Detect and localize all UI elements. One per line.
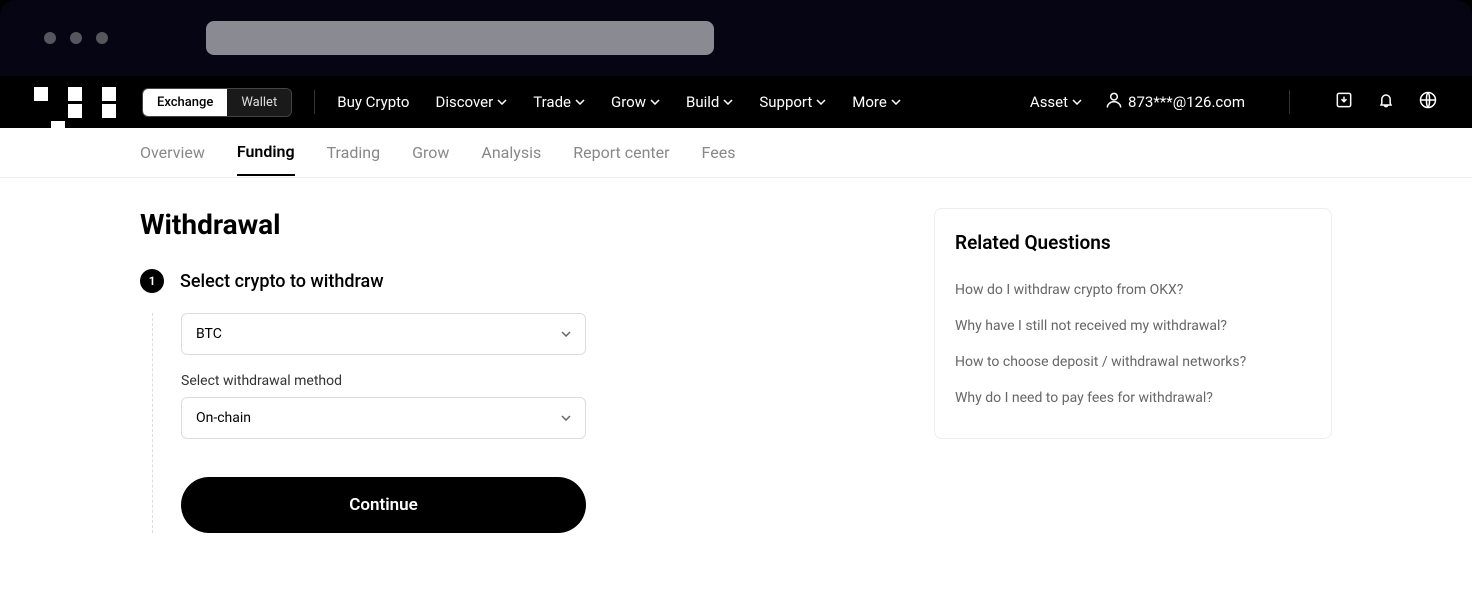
nav-support-label: Support (759, 93, 812, 111)
window-titlebar (0, 0, 1472, 76)
method-selected-value: On-chain (196, 410, 251, 426)
chevron-down-icon (816, 97, 826, 107)
related-q1[interactable]: How do I withdraw crypto from OKX? (955, 272, 1311, 308)
nav-more-label: More (852, 93, 887, 111)
globe-icon[interactable] (1418, 90, 1438, 114)
crypto-select[interactable]: BTC (181, 313, 586, 355)
mode-wallet[interactable]: Wallet (227, 89, 291, 116)
method-label: Select withdrawal method (181, 373, 562, 389)
nav-more[interactable]: More (852, 93, 901, 111)
related-q3[interactable]: How to choose deposit / withdrawal netwo… (955, 344, 1311, 380)
page-title: Withdrawal (140, 208, 874, 241)
subnav-overview[interactable]: Overview (140, 130, 205, 175)
step-number: 1 (140, 269, 164, 293)
chevron-down-icon (891, 97, 901, 107)
chevron-down-icon (561, 413, 571, 423)
continue-button[interactable]: Continue (181, 477, 586, 533)
nav-discover-label: Discover (435, 93, 493, 111)
nav-links: Buy Crypto Discover Trade Grow Build Sup… (337, 93, 901, 111)
top-nav: Exchange Wallet Buy Crypto Discover Trad… (0, 76, 1472, 128)
related-q2[interactable]: Why have I still not received my withdra… (955, 308, 1311, 344)
nav-user[interactable]: 873***@126.com (1104, 90, 1245, 114)
subnav-grow[interactable]: Grow (412, 130, 449, 175)
step-1-body: BTC Select withdrawal method On-chain Co… (152, 313, 562, 533)
nav-build-label: Build (686, 93, 719, 111)
related-q4[interactable]: Why do I need to pay fees for withdrawal… (955, 380, 1311, 416)
nav-build[interactable]: Build (686, 93, 733, 111)
mode-toggle: Exchange Wallet (142, 88, 292, 117)
url-bar[interactable] (206, 21, 714, 55)
nav-trade-label: Trade (533, 93, 571, 111)
nav-grow[interactable]: Grow (611, 93, 660, 111)
related-questions-panel: Related Questions How do I withdraw cryp… (934, 208, 1332, 439)
user-icon (1104, 90, 1124, 114)
chevron-down-icon (575, 97, 585, 107)
chevron-down-icon (561, 329, 571, 339)
subnav-funding[interactable]: Funding (237, 129, 295, 176)
main-panel: Withdrawal 1 Select crypto to withdraw B… (140, 208, 874, 570)
right-nav: Asset 873***@126.com (1030, 90, 1438, 114)
nav-buy-crypto-label: Buy Crypto (337, 93, 409, 111)
nav-grow-label: Grow (611, 93, 646, 111)
bell-icon[interactable] (1376, 90, 1396, 114)
divider (314, 90, 315, 114)
subnav-fees[interactable]: Fees (702, 130, 736, 175)
nav-trade[interactable]: Trade (533, 93, 585, 111)
chevron-down-icon (497, 97, 507, 107)
sub-nav: Overview Funding Trading Grow Analysis R… (0, 128, 1472, 178)
content: Withdrawal 1 Select crypto to withdraw B… (0, 178, 1472, 600)
window-dot-min[interactable] (70, 32, 82, 44)
mode-exchange[interactable]: Exchange (143, 89, 227, 116)
chevron-down-icon (1072, 97, 1082, 107)
chevron-down-icon (650, 97, 660, 107)
crypto-selected-value: BTC (196, 326, 222, 342)
user-email: 873***@126.com (1128, 93, 1245, 111)
subnav-analysis[interactable]: Analysis (481, 130, 541, 175)
okx-logo[interactable] (34, 87, 130, 117)
chevron-down-icon (723, 97, 733, 107)
method-select[interactable]: On-chain (181, 397, 586, 439)
step-1-header: 1 Select crypto to withdraw (140, 269, 874, 293)
related-title: Related Questions (955, 231, 1311, 254)
subnav-trading[interactable]: Trading (327, 130, 381, 175)
nav-discover[interactable]: Discover (435, 93, 507, 111)
nav-asset-label: Asset (1030, 93, 1068, 111)
nav-asset[interactable]: Asset (1030, 93, 1082, 111)
step-title: Select crypto to withdraw (180, 271, 384, 292)
window-controls (44, 32, 108, 44)
subnav-report-center[interactable]: Report center (573, 130, 669, 175)
divider (1289, 90, 1290, 114)
window-dot-close[interactable] (44, 32, 56, 44)
download-icon[interactable] (1334, 90, 1354, 114)
window-dot-max[interactable] (96, 32, 108, 44)
nav-support[interactable]: Support (759, 93, 826, 111)
nav-buy-crypto[interactable]: Buy Crypto (337, 93, 409, 111)
